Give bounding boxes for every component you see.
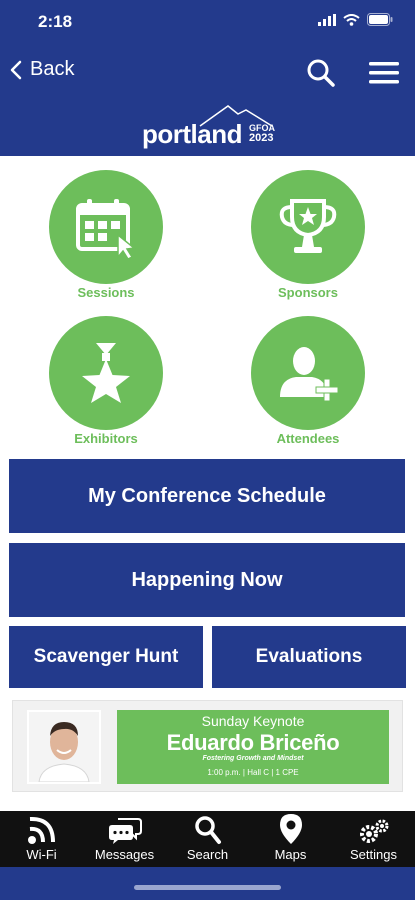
keynote-info: Sunday Keynote Eduardo Briceño Fostering… [117, 710, 389, 784]
search-icon [194, 816, 221, 844]
wifi-status-icon [343, 13, 360, 26]
tab-search[interactable]: Search [166, 811, 249, 867]
signal-icon [318, 13, 336, 26]
sessions-circle [49, 170, 163, 284]
tab-maps[interactable]: Maps [249, 811, 332, 867]
keynote-title: Sunday Keynote [201, 713, 305, 729]
tab-search-label: Search [186, 847, 229, 862]
star-ribbon-icon [82, 343, 130, 403]
scavenger-hunt-button[interactable]: Scavenger Hunt [9, 626, 203, 688]
bottom-safe-area [0, 867, 415, 900]
nav-bar: Back [0, 52, 415, 96]
menu-button[interactable] [369, 61, 399, 90]
sponsors-tile[interactable]: Sponsors [228, 170, 388, 300]
logo-tag: GFOA 2023 [249, 124, 275, 144]
messages-icon [108, 818, 142, 844]
speaker-photo [27, 710, 101, 784]
tab-maps-label: Maps [274, 847, 307, 862]
event-logo: portland GFOA 2023 [138, 102, 278, 152]
trophy-icon [279, 199, 337, 253]
logo-wordmark: portland [142, 119, 243, 149]
tab-settings[interactable]: Settings [332, 811, 415, 867]
search-icon [307, 59, 335, 87]
chevron-left-icon [10, 60, 22, 79]
exhibitors-tile[interactable]: Exhibitors [26, 316, 186, 446]
tab-wifi[interactable]: Wi-Fi [0, 811, 83, 867]
gear-icon [359, 819, 388, 843]
home-indicator[interactable] [134, 885, 281, 890]
battery-icon [367, 13, 393, 26]
tab-messages[interactable]: Messages [83, 811, 166, 867]
back-button[interactable]: Back [10, 58, 74, 81]
keynote-banner[interactable]: Sunday Keynote Eduardo Briceño Fostering… [12, 700, 403, 792]
wifi-icon [27, 816, 55, 844]
status-bar: 2:18 [0, 0, 415, 44]
happening-now-button[interactable]: Happening Now [9, 543, 405, 617]
keynote-subtitle: Fostering Growth and Mindset [202, 755, 304, 762]
speaker-name: Eduardo Briceño [166, 730, 340, 755]
evaluations-button[interactable]: Evaluations [212, 626, 406, 688]
attendees-tile[interactable]: Attendees [228, 316, 388, 446]
back-label: Back [30, 58, 75, 80]
attendees-label: Attendees [276, 431, 340, 446]
sponsors-label: Sponsors [278, 285, 338, 300]
header-search-button[interactable] [306, 58, 336, 93]
calendar-icon [76, 199, 136, 259]
tab-messages-label: Messages [94, 847, 155, 862]
exhibitors-circle [49, 316, 163, 430]
attendees-circle [251, 316, 365, 430]
tab-settings-label: Settings [350, 847, 397, 862]
exhibitors-label: Exhibitors [74, 431, 138, 446]
map-pin-icon [279, 814, 302, 844]
person-add-icon [280, 347, 339, 402]
app-header: 2:18 Back portland GFOA 2023 [0, 0, 415, 156]
sessions-tile[interactable]: Sessions [26, 170, 186, 300]
speaker-portrait-icon [29, 712, 99, 782]
logo-tag-line2: 2023 [249, 132, 274, 144]
tab-wifi-label: Wi-Fi [26, 847, 57, 862]
sessions-label: Sessions [77, 285, 135, 300]
status-icons [318, 13, 393, 26]
status-time: 2:18 [38, 12, 73, 31]
my-conference-schedule-button[interactable]: My Conference Schedule [9, 459, 405, 533]
tab-bar: Wi-Fi Messages Search Maps Settings [0, 811, 415, 867]
sponsors-circle [251, 170, 365, 284]
hamburger-icon [369, 62, 399, 84]
keynote-details: 1:00 p.m. | Hall C | 1 CPE [207, 768, 299, 777]
